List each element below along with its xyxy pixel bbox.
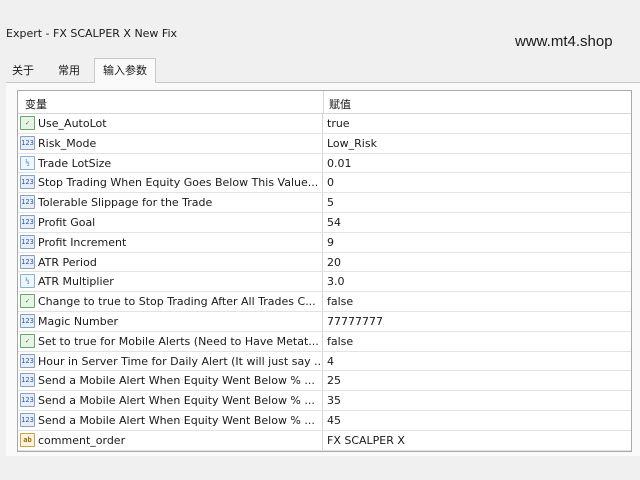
parameter-name-cell[interactable]: ab comment_order	[18, 430, 323, 450]
tab-common[interactable]: 常用	[48, 60, 90, 82]
table-row[interactable]: 123 ATR Period 20	[18, 252, 631, 273]
parameter-name: Send a Mobile Alert When Equity Went Bel…	[38, 374, 315, 388]
parameter-value[interactable]: 9	[327, 233, 334, 252]
watermark-text: www.mt4.shop	[515, 33, 613, 50]
parameter-name: ATR Multiplier	[38, 275, 114, 289]
boolean-type-icon: ✓	[20, 333, 35, 348]
table-row[interactable]: 123 Stop Trading When Equity Goes Below T…	[18, 173, 631, 194]
parameter-name: Send a Mobile Alert When Equity Went Bel…	[38, 394, 315, 408]
table-row[interactable]: 123 Risk_Mode Low_Risk	[18, 133, 631, 154]
parameter-value[interactable]: FX SCALPER X	[327, 431, 405, 450]
parameter-value[interactable]: 35	[327, 391, 341, 410]
parameter-value[interactable]: 77777777	[327, 312, 383, 331]
parameter-name: Set to true for Mobile Alerts (Need to H…	[38, 334, 319, 348]
column-divider[interactable]	[323, 91, 324, 114]
parameter-value[interactable]: 3.0	[327, 272, 345, 291]
integer-type-icon: 123	[20, 234, 35, 249]
table-row[interactable]: 123 Tolerable Slippage for the Trade 5	[18, 193, 631, 213]
table-row[interactable]: 123 Magic Number 77777777	[18, 311, 631, 332]
parameter-name-cell[interactable]: 123 ATR Period	[18, 252, 323, 272]
parameter-value[interactable]: false	[327, 332, 353, 351]
window-title: Expert - FX SCALPER X New Fix	[6, 27, 178, 40]
parameter-value[interactable]: 0	[327, 173, 334, 192]
integer-type-icon: 123	[20, 412, 35, 427]
grid-rows: ✓ Use_AutoLot true 123 Risk_Mode Low_Risk ½ Tra…	[18, 114, 631, 451]
table-row[interactable]: 123 Profit Increment 9	[18, 232, 631, 253]
parameter-value[interactable]: true	[327, 114, 350, 133]
parameter-name: Stop Trading When Equity Goes Below This…	[38, 176, 319, 190]
integer-type-icon: 123	[20, 175, 35, 190]
table-row[interactable]: 123 Send a Mobile Alert When Equity Went …	[18, 410, 631, 431]
parameter-name-cell[interactable]: ✓ Set to true for Mobile Alerts (Need to …	[18, 331, 323, 351]
parameter-name: Send a Mobile Alert When Equity Went Bel…	[38, 413, 315, 427]
column-header-variable[interactable]: 变量	[25, 96, 47, 112]
string-type-icon: ab	[20, 432, 35, 447]
parameter-name-cell[interactable]: 123 Stop Trading When Equity Goes Below T…	[18, 173, 323, 193]
parameter-name-cell[interactable]: ✓ Use_AutoLot	[18, 114, 323, 133]
parameter-name-cell[interactable]: 123 Send a Mobile Alert When Equity Went …	[18, 391, 323, 410]
parameter-name-cell[interactable]: 123 Magic Number	[18, 311, 323, 331]
table-row[interactable]: 123 Profit Goal 54	[18, 212, 631, 233]
boolean-type-icon: ✓	[20, 294, 35, 309]
table-row[interactable]: ✓ Change to true to Stop Trading After Al…	[18, 292, 631, 312]
table-row[interactable]: ✓ Set to true for Mobile Alerts (Need to …	[18, 331, 631, 352]
double-type-icon: ½	[20, 155, 35, 170]
parameter-value[interactable]: 20	[327, 253, 341, 272]
tab-bar: 关于 常用 输入参数	[0, 58, 640, 83]
table-row[interactable]: ✓ Use_AutoLot true	[18, 114, 631, 134]
integer-type-icon: 123	[20, 254, 35, 269]
parameters-grid: 变量 赋值 ✓ Use_AutoLot true 123 Risk_Mode Low_Ri…	[17, 90, 632, 452]
parameter-value[interactable]: 4	[327, 352, 334, 371]
parameter-name: Profit Goal	[38, 215, 96, 229]
parameter-value[interactable]: Low_Risk	[327, 134, 377, 153]
column-header-value[interactable]: 赋值	[329, 96, 351, 112]
integer-type-icon: 123	[20, 135, 35, 150]
table-row[interactable]: 123 Send a Mobile Alert When Equity Went …	[18, 371, 631, 392]
table-row[interactable]: ½ ATR Multiplier 3.0	[18, 272, 631, 293]
parameter-name-cell[interactable]: 123 Hour in Server Time for Daily Alert (…	[18, 351, 323, 371]
grid-header: 变量 赋值	[18, 91, 631, 114]
integer-type-icon: 123	[20, 393, 35, 408]
parameter-name: Change to true to Stop Trading After All…	[38, 295, 316, 309]
parameter-name: Profit Increment	[38, 235, 127, 249]
integer-type-icon: 123	[20, 353, 35, 368]
parameter-name: Use_AutoLot	[38, 117, 107, 130]
parameter-name: Hour in Server Time for Daily Alert (It …	[38, 354, 320, 368]
parameter-value[interactable]: 25	[327, 371, 341, 390]
parameter-name: Risk_Mode	[38, 136, 97, 150]
parameter-name-cell[interactable]: 123 Profit Increment	[18, 232, 323, 252]
parameter-name-cell[interactable]: 123 Send a Mobile Alert When Equity Went …	[18, 410, 323, 430]
table-row[interactable]: 123 Hour in Server Time for Daily Alert (…	[18, 351, 631, 372]
tab-inputs[interactable]: 输入参数	[94, 58, 156, 83]
table-row[interactable]: 123 Send a Mobile Alert When Equity Went …	[18, 391, 631, 411]
parameter-name-cell[interactable]: 123 Risk_Mode	[18, 133, 323, 153]
integer-type-icon: 123	[20, 195, 35, 210]
parameter-name: ATR Period	[38, 255, 97, 269]
parameter-value[interactable]: false	[327, 292, 353, 311]
parameter-name-cell[interactable]: ½ Trade LotSize	[18, 153, 323, 173]
parameter-name: Tolerable Slippage for the Trade	[38, 196, 213, 210]
parameter-name-cell[interactable]: ✓ Change to true to Stop Trading After Al…	[18, 292, 323, 311]
boolean-type-icon: ✓	[20, 116, 35, 130]
table-row[interactable]: ½ Trade LotSize 0.01	[18, 153, 631, 174]
parameter-value[interactable]: 0.01	[327, 154, 352, 173]
integer-type-icon: 123	[20, 373, 35, 388]
parameter-name-cell[interactable]: 123 Tolerable Slippage for the Trade	[18, 193, 323, 212]
parameter-name-cell[interactable]: 123 Send a Mobile Alert When Equity Went …	[18, 371, 323, 391]
parameter-value[interactable]: 5	[327, 193, 334, 212]
table-row[interactable]: ab comment_order FX SCALPER X	[18, 430, 631, 451]
integer-type-icon: 123	[20, 214, 35, 229]
tab-about[interactable]: 关于	[4, 60, 42, 82]
integer-type-icon: 123	[20, 313, 35, 328]
parameter-name: comment_order	[38, 433, 126, 447]
parameter-value[interactable]: 45	[327, 411, 341, 430]
parameter-name: Magic Number	[38, 314, 119, 328]
parameter-name-cell[interactable]: ½ ATR Multiplier	[18, 272, 323, 292]
parameter-name-cell[interactable]: 123 Profit Goal	[18, 212, 323, 232]
double-type-icon: ½	[20, 274, 35, 289]
parameter-name: Trade LotSize	[38, 156, 112, 170]
parameter-value[interactable]: 54	[327, 213, 341, 232]
